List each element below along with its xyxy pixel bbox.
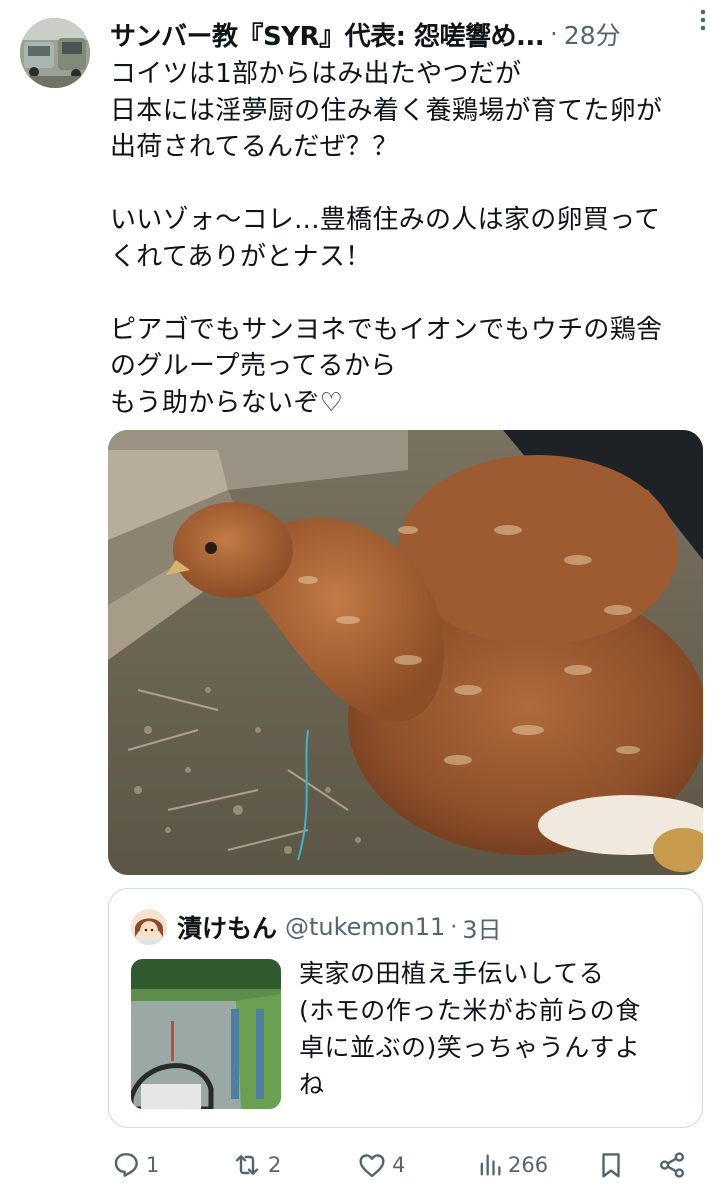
tweet-timestamp[interactable]: 28分 — [564, 16, 621, 52]
quoted-author-avatar[interactable] — [131, 909, 167, 945]
quoted-author-handle[interactable]: @tukemon11 — [285, 913, 445, 941]
bookmark-icon — [596, 1149, 626, 1181]
header-separator: · — [550, 20, 558, 48]
tweet-photo[interactable] — [108, 430, 703, 875]
views-icon — [476, 1149, 504, 1181]
quoted-text-line: 実家の田植え手伝いしてる — [299, 959, 605, 988]
repost-icon — [230, 1149, 264, 1181]
quoted-tweet[interactable]: 漬けもん @tukemon11 · 3日 実家の田植え手伝いしてる (ホモの作っ… — [108, 888, 703, 1128]
tweet-text-line: のグループ売ってるから — [110, 351, 397, 381]
quoted-header-separator: · — [450, 914, 458, 940]
tweet-action-bar: 1 2 4 266 — [108, 1145, 708, 1185]
tweet-text-line: 日本には淫夢厨の住み着く養鶏場が育てた卵が — [110, 95, 663, 126]
quoted-tweet-photo[interactable] — [131, 959, 281, 1109]
tweet[interactable]: サンバー教『SYR』代表: 怨嗟響め... · 28分 コイツは1部からはみ出た… — [0, 0, 725, 1200]
reply-button[interactable]: 1 — [110, 1145, 159, 1185]
tweet-text-line: コイツは1部からはみ出たやつだが — [110, 59, 522, 89]
author-avatar[interactable] — [20, 18, 90, 88]
share-button[interactable] — [656, 1145, 688, 1185]
more-vertical-icon[interactable] — [691, 6, 715, 34]
bookmark-button[interactable] — [596, 1145, 626, 1185]
tweet-text-blank-line — [110, 166, 715, 203]
author-display-name[interactable]: サンバー教『SYR』代表: 怨嗟響め... — [110, 16, 544, 53]
quoted-tweet-text: 実家の田植え手伝いしてる (ホモの作った米がお前らの食 卓に並ぶの)笑っちゃうん… — [299, 955, 689, 1103]
quoted-text-line: ね — [299, 1070, 325, 1099]
reply-icon — [110, 1149, 142, 1181]
quoted-text-line: 卓に並ぶの)笑っちゃうんすよ — [299, 1033, 641, 1062]
tweet-text-line: ピアゴでもサンヨネでもイオンでもウチの鶏舎 — [110, 314, 663, 345]
repost-count: 2 — [268, 1153, 282, 1177]
tweet-text-line: いいゾォ〜コレ...豊橋住みの人は家の卵買って — [110, 205, 661, 235]
views-button[interactable]: 266 — [476, 1145, 548, 1185]
quoted-tweet-timestamp[interactable]: 3日 — [462, 910, 501, 945]
heart-icon — [356, 1149, 388, 1181]
views-count: 266 — [508, 1153, 549, 1177]
quoted-author-name[interactable]: 漬けもん — [177, 909, 277, 945]
share-icon — [656, 1149, 688, 1181]
tweet-text-line: もう助からないぞ♡ — [110, 387, 344, 418]
tweet-header: サンバー教『SYR』代表: 怨嗟響め... · 28分 — [110, 14, 705, 54]
quoted-text-line: (ホモの作った米がお前らの食 — [299, 996, 641, 1025]
quoted-tweet-header: 漬けもん @tukemon11 · 3日 — [177, 907, 502, 947]
like-count: 4 — [392, 1153, 406, 1177]
tweet-text-line: 出荷されてるんだぜ？？ — [110, 132, 399, 162]
tweet-text-blank-line — [110, 275, 715, 312]
tweet-text-line: くれてありがとナス！ — [110, 241, 372, 272]
like-button[interactable]: 4 — [356, 1145, 405, 1185]
reply-count: 1 — [146, 1153, 160, 1177]
tweet-text: コイツは1部からはみ出たやつだが 日本には淫夢厨の住み着く養鶏場が育てた卵が 出… — [110, 56, 715, 421]
repost-button[interactable]: 2 — [230, 1145, 281, 1185]
